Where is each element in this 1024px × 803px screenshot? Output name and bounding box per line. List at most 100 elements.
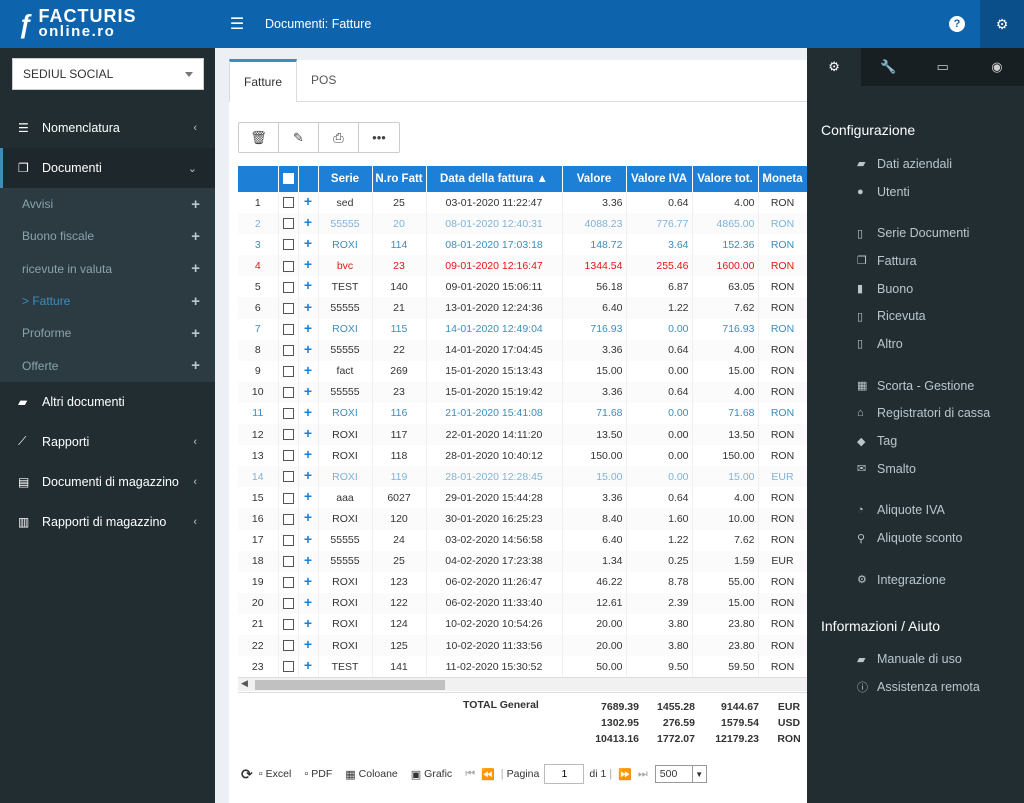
row-checkbox[interactable]	[282, 218, 294, 230]
sidebar-subitem-ricevute-valuta[interactable]: ricevute in valuta +	[0, 253, 215, 285]
config-item-serie-documenti[interactable]: ▯ Serie Documenti	[807, 219, 1024, 247]
row-expand-cell[interactable]: +	[298, 445, 319, 467]
row-select-cell[interactable]	[278, 360, 299, 382]
row-expand-cell[interactable]: +	[298, 508, 319, 530]
row-select-cell[interactable]	[278, 508, 299, 530]
row-checkbox[interactable]	[282, 260, 294, 272]
sidebar-subitem-avvisi[interactable]: Avvisi +	[0, 188, 215, 220]
row-select-cell[interactable]	[278, 381, 299, 403]
row-expand-cell[interactable]: +	[298, 634, 319, 657]
sidebar-item-rapporti-magazzino[interactable]: ▥ Rapporti di magazzino ‹	[0, 502, 215, 542]
row-checkbox[interactable]	[282, 534, 294, 546]
row-expand-cell[interactable]: +	[298, 297, 319, 319]
row-expand-cell[interactable]: +	[298, 656, 319, 678]
plus-icon[interactable]: +	[304, 235, 312, 251]
plus-icon[interactable]: +	[191, 325, 200, 342]
col-header-nro[interactable]: N.ro Fatt	[372, 166, 427, 192]
sidebar-subitem-proforme[interactable]: Proforme +	[0, 317, 215, 349]
table-row[interactable]: 23 + TEST 141 11-02-2020 15:30:52 50.00 9.50 59…	[238, 656, 808, 678]
plus-icon[interactable]: +	[304, 299, 312, 315]
table-row[interactable]: 4 + bvc 23 09-01-2020 12:16:47 1344.54 255.46 1…	[238, 255, 808, 277]
tab-account[interactable]: ◉	[969, 48, 1024, 86]
table-row[interactable]: 17 +55555 24 03-02-2020 14:56:58 6.40 1.22 7.6…	[238, 529, 808, 551]
plus-icon[interactable]: +	[304, 657, 312, 673]
row-select-cell[interactable]	[278, 487, 299, 509]
table-row[interactable]: 5 + TEST 140 09-01-2020 15:06:11 56.18 6.87 63.…	[238, 276, 808, 298]
row-expand-cell[interactable]: +	[298, 276, 319, 298]
table-row[interactable]: 6 +55555 21 13-01-2020 12:24:36 6.40 1.22 7.62…	[238, 297, 808, 319]
table-row[interactable]: 10 +55555 23 15-01-2020 15:19:42 3.36 0.64 4.0…	[238, 381, 808, 403]
table-row[interactable]: 21 + ROXI 124 10-02-2020 10:54:26 20.00 3.80 23…	[238, 613, 808, 635]
sidebar-item-documenti-magazzino[interactable]: ▤ Documenti di magazzino ‹	[0, 462, 215, 502]
next-page-icon[interactable]: ⏩	[618, 768, 632, 781]
row-select-cell[interactable]	[278, 318, 299, 340]
last-page-icon[interactable]: ⏭	[638, 768, 648, 781]
row-select-cell[interactable]	[278, 297, 299, 319]
plus-icon[interactable]: +	[191, 260, 200, 277]
config-item-smalto[interactable]: ✉ Smalto	[807, 455, 1024, 483]
plus-icon[interactable]: +	[304, 320, 312, 336]
plus-icon[interactable]: +	[304, 341, 312, 357]
row-select-cell[interactable]	[278, 466, 299, 488]
table-row[interactable]: 14 + ROXI 119 28-01-2020 12:28:45 15.00 0.00 15…	[238, 466, 808, 488]
row-checkbox[interactable]	[282, 366, 294, 378]
print-button[interactable]: ⎙	[319, 123, 359, 152]
row-checkbox[interactable]	[282, 450, 294, 462]
row-expand-cell[interactable]: +	[298, 613, 319, 635]
sidebar-subitem-buono-fiscale[interactable]: Buono fiscale +	[0, 220, 215, 252]
config-item-utenti[interactable]: ● Utenti	[807, 178, 1024, 206]
export-pdf-button[interactable]: PDF	[311, 768, 332, 780]
row-select-cell[interactable]	[278, 402, 299, 425]
plus-icon[interactable]: +	[304, 531, 312, 547]
row-select-cell[interactable]	[278, 571, 299, 593]
row-checkbox[interactable]	[282, 640, 294, 652]
first-page-icon[interactable]: ⏮	[465, 768, 475, 781]
config-item-buono[interactable]: ▮ Buono	[807, 275, 1024, 303]
row-select-cell[interactable]	[278, 529, 299, 551]
config-item-aliquote-sconto[interactable]: ⚲ Aliquote sconto	[807, 524, 1024, 552]
select-all-checkbox[interactable]	[282, 173, 294, 185]
row-select-cell[interactable]	[278, 613, 299, 635]
row-expand-cell[interactable]: +	[298, 571, 319, 593]
row-checkbox[interactable]	[282, 661, 294, 673]
row-expand-cell[interactable]: +	[298, 550, 319, 572]
plus-icon[interactable]: +	[304, 277, 312, 293]
table-row[interactable]: 9 + fact 269 15-01-2020 15:13:43 15.00 0.00 15.…	[238, 360, 808, 382]
table-row[interactable]: 20 + ROXI 122 06-02-2020 11:33:40 12.61 2.39 15…	[238, 592, 808, 614]
plus-icon[interactable]: +	[304, 362, 312, 378]
row-expand-cell[interactable]: +	[298, 381, 319, 403]
help-button[interactable]: ?	[935, 0, 979, 48]
row-checkbox[interactable]	[282, 387, 294, 399]
sidebar-item-rapporti[interactable]: ⟋ Rapporti ‹	[0, 422, 215, 462]
config-item-dati-aziendali[interactable]: ▰ Dati aziendali	[807, 150, 1024, 178]
row-expand-cell[interactable]: +	[298, 592, 319, 614]
plus-icon[interactable]: +	[304, 509, 312, 525]
row-checkbox[interactable]	[282, 576, 294, 588]
table-row[interactable]: 18 +55555 25 04-02-2020 17:23:38 1.34 0.25 1.5…	[238, 550, 808, 572]
config-item-ricevuta[interactable]: ▯ Ricevuta	[807, 302, 1024, 330]
row-expand-cell[interactable]: +	[298, 487, 319, 509]
row-expand-cell[interactable]: +	[298, 255, 319, 277]
plus-icon[interactable]: +	[304, 552, 312, 568]
config-item-scorta-gestione[interactable]: ▦ Scorta - Gestione	[807, 372, 1024, 400]
location-select[interactable]: SEDIUL SOCIAL	[12, 58, 204, 90]
sidebar-subitem-offerte[interactable]: Offerte +	[0, 349, 215, 381]
tab-tools[interactable]: 🔧	[861, 48, 916, 86]
config-item-fattura[interactable]: ❐ Fattura	[807, 247, 1024, 275]
plus-icon[interactable]: +	[304, 467, 312, 483]
col-header-valore-tot[interactable]: Valore tot.	[692, 166, 759, 192]
row-select-cell[interactable]	[278, 424, 299, 446]
tab-display[interactable]: ▭	[915, 48, 970, 86]
scroll-left-icon[interactable]: ◀	[241, 678, 248, 689]
row-expand-cell[interactable]: +	[298, 466, 319, 488]
help-item-assistenza-remota[interactable]: ⓘ Assistenza remota	[807, 673, 1024, 701]
row-expand-cell[interactable]: +	[298, 192, 319, 214]
table-row[interactable]: 1 + sed 25 03-01-2020 11:22:47 3.36 0.64 4.00 RO…	[238, 192, 808, 214]
export-excel-button[interactable]: Excel	[266, 768, 292, 780]
row-expand-cell[interactable]: +	[298, 234, 319, 256]
row-checkbox[interactable]	[282, 513, 294, 525]
columns-button[interactable]: Coloane	[359, 768, 398, 780]
scrollbar-thumb[interactable]	[255, 680, 445, 690]
page-input[interactable]	[544, 764, 585, 784]
plus-icon[interactable]: +	[304, 446, 312, 462]
